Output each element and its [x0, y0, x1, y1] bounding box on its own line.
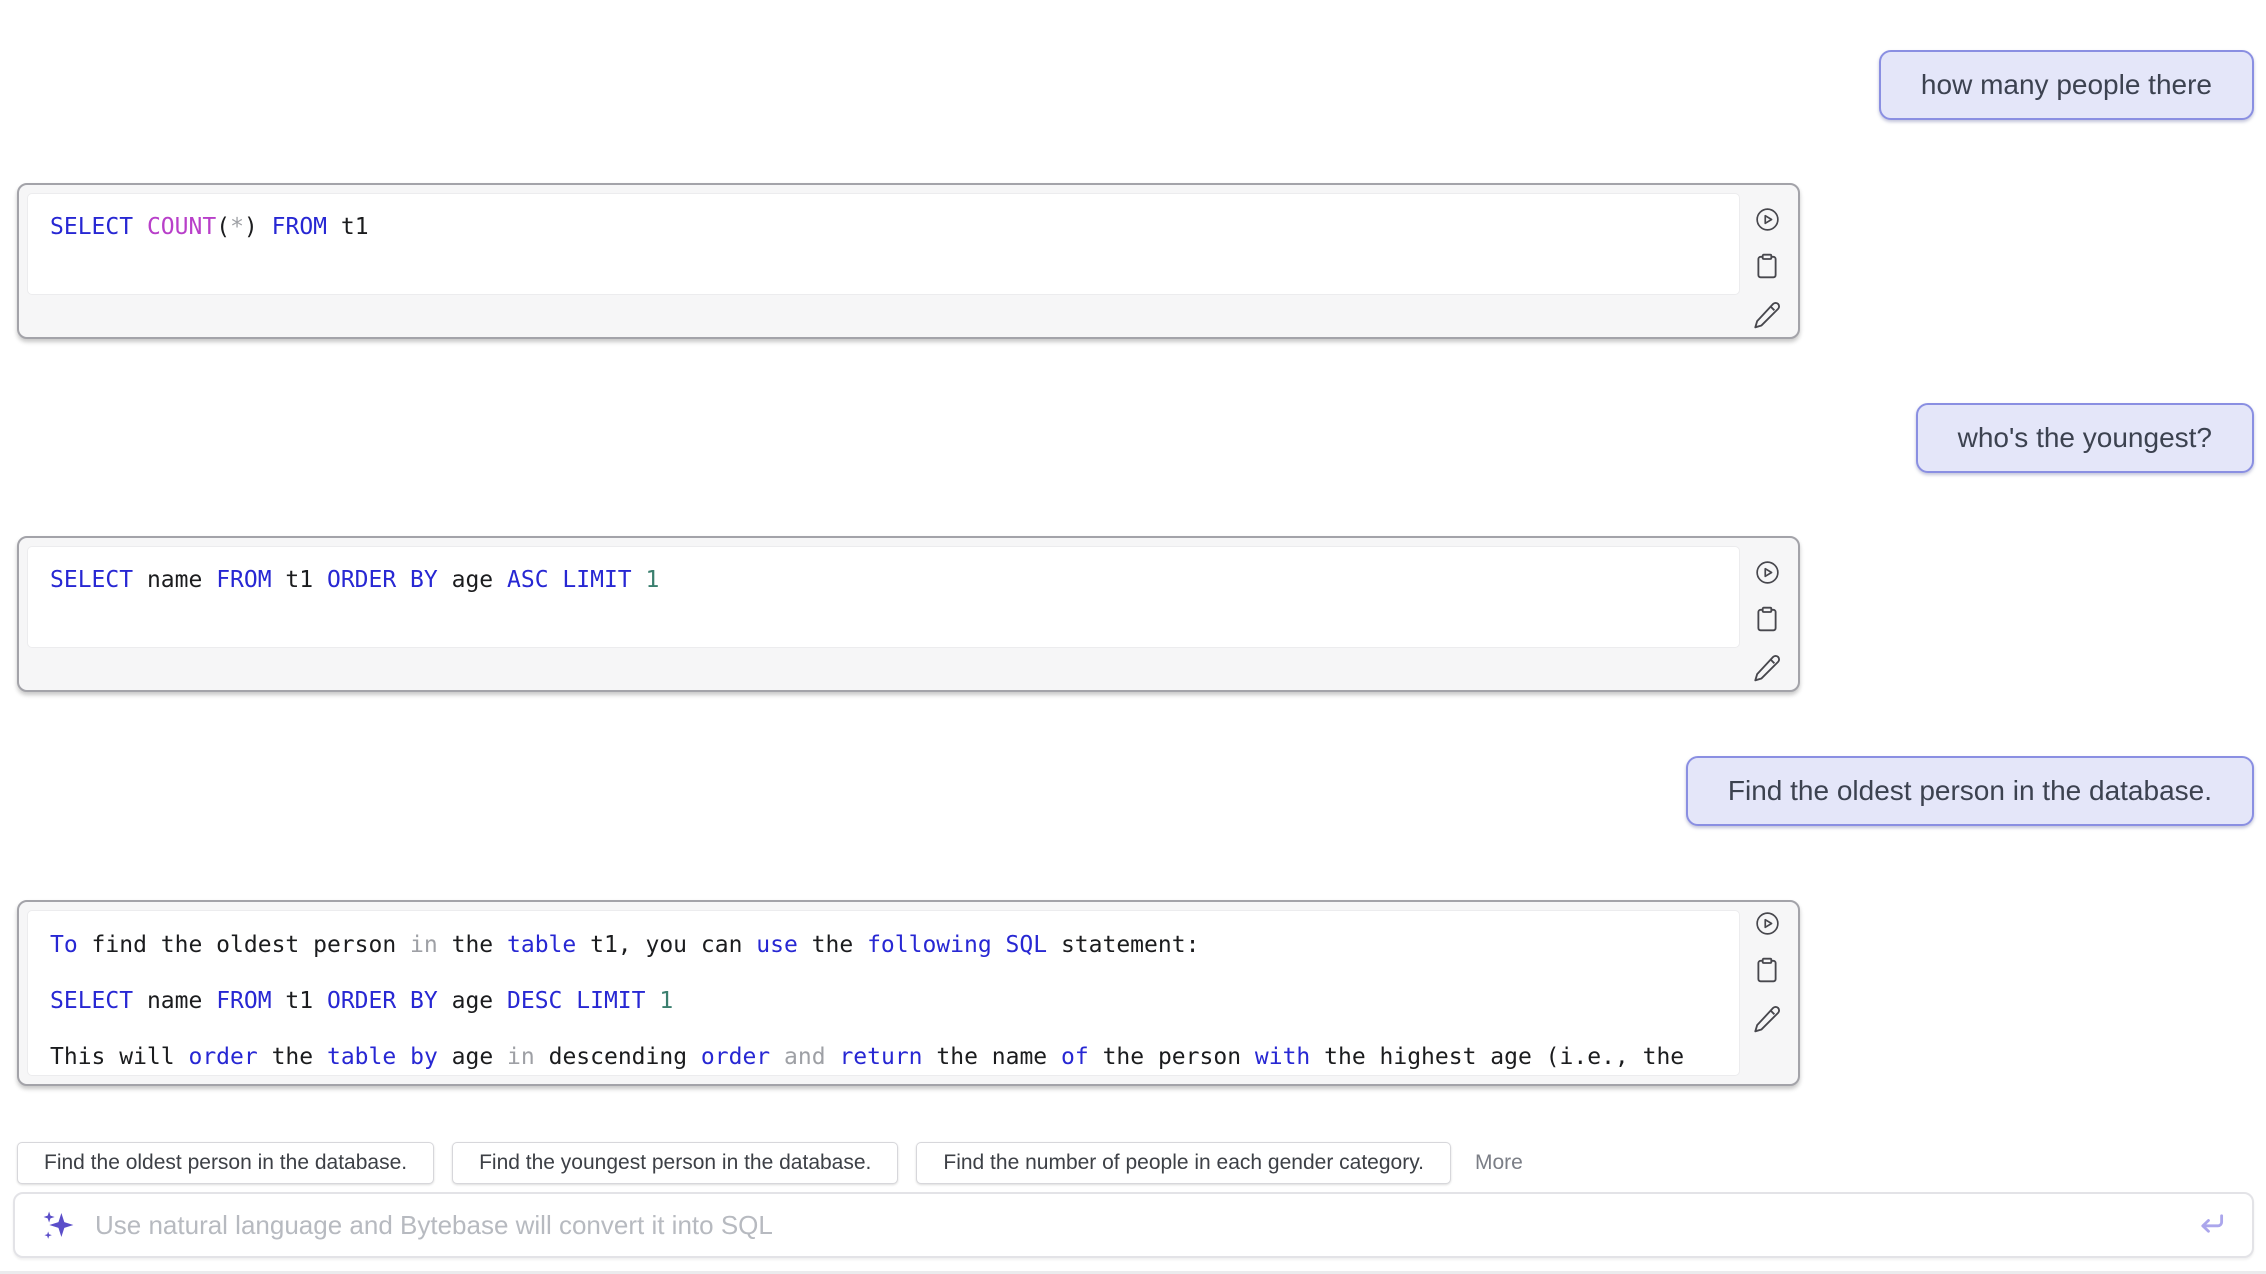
sql-actions	[1745, 910, 1789, 1035]
clipboard-icon	[1754, 956, 1780, 984]
pencil-icon	[1752, 299, 1782, 331]
copy-sql-button[interactable]	[1754, 605, 1780, 633]
sql-code-area: To find the oldest person in the table t…	[27, 910, 1740, 1076]
nl-to-sql-composer	[13, 1192, 2254, 1258]
sql-code: To find the oldest person in the table t…	[28, 911, 1739, 1076]
sql-actions	[1745, 559, 1789, 684]
run-sql-button[interactable]	[1754, 206, 1781, 233]
user-message-bubble: Find the oldest person in the database.	[1686, 756, 2254, 826]
run-sql-button[interactable]	[1754, 910, 1781, 937]
edit-sql-button[interactable]	[1752, 299, 1782, 331]
return-arrow-icon	[2194, 1229, 2228, 1244]
sql-actions	[1745, 206, 1789, 331]
sql-response-block: SELECT COUNT(*) FROM t1	[17, 183, 1800, 339]
sql-response-block: SELECT name FROM t1 ORDER BY age ASC LIM…	[17, 536, 1800, 692]
circle-play-icon	[1754, 559, 1781, 586]
suggestion-chip-oldest[interactable]: Find the oldest person in the database.	[17, 1142, 434, 1184]
natural-language-input[interactable]	[93, 1209, 2178, 1242]
clipboard-icon	[1754, 252, 1780, 280]
sql-code-area: SELECT COUNT(*) FROM t1	[27, 193, 1740, 295]
copy-sql-button[interactable]	[1754, 252, 1780, 280]
edit-sql-button[interactable]	[1752, 652, 1782, 684]
user-message-bubble: who's the youngest?	[1916, 403, 2254, 473]
submit-query-button[interactable]	[2194, 1209, 2228, 1241]
sql-code: SELECT COUNT(*) FROM t1	[28, 194, 1739, 260]
pencil-icon	[1752, 652, 1782, 684]
copy-sql-button[interactable]	[1754, 956, 1780, 984]
bytebase-ai-chat: how many people there SELECT COUNT(*) FR…	[0, 0, 2266, 1274]
sql-response-block: To find the oldest person in the table t…	[17, 900, 1800, 1086]
more-suggestions-button[interactable]: More	[1469, 1151, 1529, 1175]
user-message-bubble: how many people there	[1879, 50, 2254, 120]
suggestion-chip-gender-count[interactable]: Find the number of people in each gender…	[916, 1142, 1451, 1184]
run-sql-button[interactable]	[1754, 559, 1781, 586]
suggestion-row: Find the oldest person in the database. …	[17, 1142, 2254, 1184]
suggestion-chip-youngest[interactable]: Find the youngest person in the database…	[452, 1142, 898, 1184]
clipboard-icon	[1754, 605, 1780, 633]
sparkles-icon	[39, 1205, 77, 1245]
sql-code-area: SELECT name FROM t1 ORDER BY age ASC LIM…	[27, 546, 1740, 648]
sql-code: SELECT name FROM t1 ORDER BY age ASC LIM…	[28, 547, 1739, 613]
pencil-icon	[1752, 1003, 1782, 1035]
circle-play-icon	[1754, 206, 1781, 233]
edit-sql-button[interactable]	[1752, 1003, 1782, 1035]
circle-play-icon	[1754, 910, 1781, 937]
